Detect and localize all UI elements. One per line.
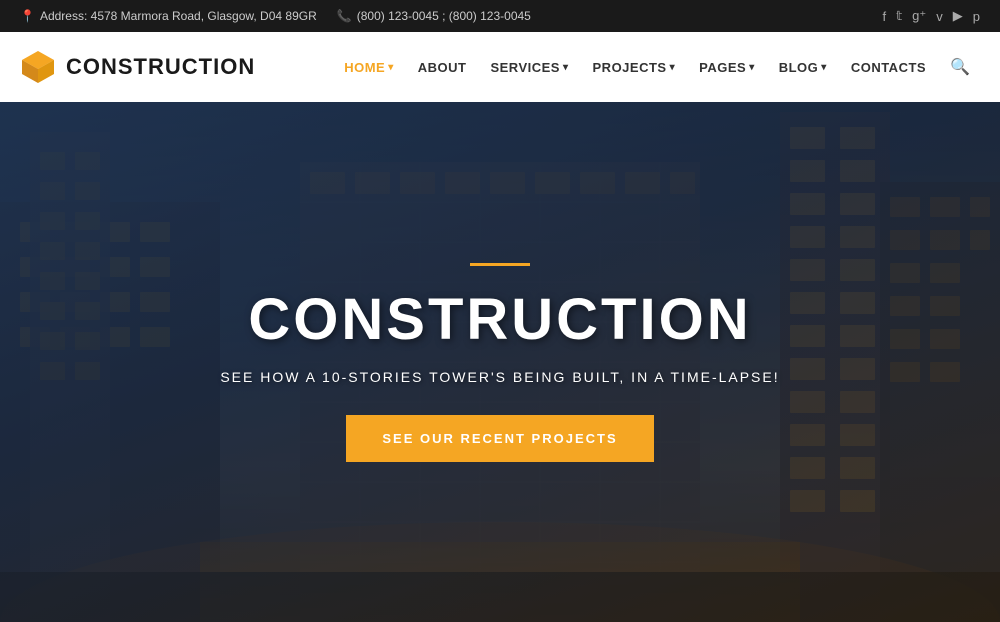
nav-services-label: SERVICES [490,60,560,75]
nav-pages[interactable]: PAGES ▾ [689,52,765,83]
hero-section: CONSTRUCTION SEE HOW A 10-STORIES TOWER'… [0,102,1000,622]
nav-blog[interactable]: BLOG ▾ [769,52,837,83]
logo-icon [20,49,56,85]
projects-chevron-icon: ▾ [670,62,676,73]
services-chevron-icon: ▾ [563,62,569,73]
blog-chevron-icon: ▾ [821,62,827,73]
nav-pages-label: PAGES [699,60,746,75]
home-chevron-icon: ▾ [388,62,394,73]
nav-home-label: HOME [344,60,385,75]
phone-icon: 📞 [337,9,352,23]
search-icon[interactable]: 🔍 [940,49,980,85]
hero-subtitle: SEE HOW A 10-STORIES TOWER'S BEING BUILT… [220,369,779,385]
twitter-icon[interactable]: 𝕥 [896,8,902,24]
nav-contacts-label: CONTACTS [851,60,926,75]
nav-blog-label: BLOG [779,60,819,75]
hero-divider-line [470,263,530,266]
nav-projects-label: PROJECTS [593,60,667,75]
youtube-icon[interactable]: ▶ [953,8,963,24]
nav-home[interactable]: HOME ▾ [334,52,404,83]
address-info: 📍 Address: 4578 Marmora Road, Glasgow, D… [20,9,317,23]
address-text: Address: 4578 Marmora Road, Glasgow, D04… [40,9,317,23]
nav-services[interactable]: SERVICES ▾ [480,52,578,83]
pinterest-icon[interactable]: p [973,9,980,24]
header: CONSTRUCTION HOME ▾ ABOUT SERVICES ▾ PRO… [0,32,1000,102]
main-nav: HOME ▾ ABOUT SERVICES ▾ PROJECTS ▾ PAGES… [334,49,980,85]
googleplus-icon[interactable]: g⁺ [912,8,926,24]
logo-text: CONSTRUCTION [66,54,255,80]
hero-title: CONSTRUCTION [220,286,779,353]
phone-info: 📞 (800) 123-0045 ; (800) 123-0045 [337,9,531,23]
facebook-icon[interactable]: f [882,9,886,24]
nav-about[interactable]: ABOUT [408,52,477,83]
phone-text: (800) 123-0045 ; (800) 123-0045 [357,9,531,23]
nav-contacts[interactable]: CONTACTS [841,52,936,83]
nav-about-label: ABOUT [418,60,467,75]
top-bar-contact-info: 📍 Address: 4578 Marmora Road, Glasgow, D… [20,9,531,23]
social-links: f 𝕥 g⁺ v ▶ p [882,8,980,24]
logo[interactable]: CONSTRUCTION [20,49,255,85]
nav-projects[interactable]: PROJECTS ▾ [583,52,686,83]
pages-chevron-icon: ▾ [749,62,755,73]
cta-button[interactable]: SEE OUR RECENT PROJECTS [346,415,653,462]
vimeo-icon[interactable]: v [936,9,943,24]
location-icon: 📍 [20,9,35,23]
top-bar: 📍 Address: 4578 Marmora Road, Glasgow, D… [0,0,1000,32]
hero-content: CONSTRUCTION SEE HOW A 10-STORIES TOWER'… [220,263,779,462]
